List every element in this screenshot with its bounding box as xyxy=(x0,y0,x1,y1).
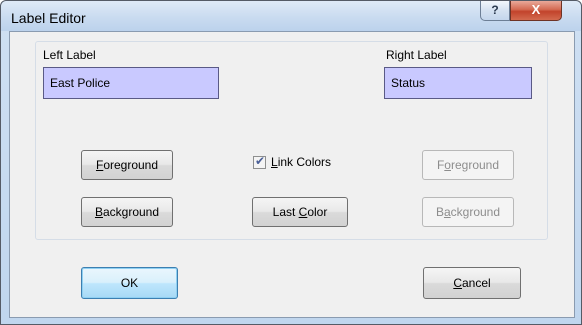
close-icon: X xyxy=(531,2,541,17)
cancel-button[interactable]: Cancel xyxy=(423,267,521,299)
link-colors-checkbox[interactable]: ✔ xyxy=(253,154,266,169)
link-colors-text: ink Colors xyxy=(277,155,332,169)
left-label-value: East Police xyxy=(50,76,111,90)
right-foreground-button[interactable]: Foreground xyxy=(422,150,514,180)
help-icon: ? xyxy=(491,3,499,17)
last-color-label-end: olor xyxy=(307,205,328,219)
checkmark-icon: ✔ xyxy=(255,154,266,168)
label-editor-dialog: Label Editor ? X Left Label East Police … xyxy=(0,0,582,325)
title-bar[interactable]: Label Editor ? X xyxy=(1,1,581,31)
left-background-label: ackground xyxy=(102,205,160,219)
link-colors-accel: L xyxy=(271,155,278,169)
left-foreground-label: oreground xyxy=(103,158,159,172)
right-label-input[interactable]: Status xyxy=(384,67,532,99)
left-foreground-button[interactable]: Foreground xyxy=(81,150,173,180)
cancel-accel: C xyxy=(453,276,462,290)
right-label-heading: Right Label xyxy=(386,48,447,62)
right-label-value: Status xyxy=(391,76,426,90)
right-background-label-start: B xyxy=(435,205,444,219)
cancel-label: ancel xyxy=(461,276,491,290)
right-foreground-accel: o xyxy=(444,158,451,172)
help-button[interactable]: ? xyxy=(480,1,510,21)
ok-button[interactable]: OK xyxy=(81,267,178,299)
left-label-input[interactable]: East Police xyxy=(43,67,219,99)
link-colors-label[interactable]: Link Colors xyxy=(271,155,331,169)
left-background-button[interactable]: Background xyxy=(81,197,173,227)
last-color-button[interactable]: Last Color xyxy=(252,197,348,227)
right-foreground-label-end: reground xyxy=(450,158,500,172)
last-color-label-start: Last xyxy=(272,205,299,219)
right-background-accel: a xyxy=(443,205,451,219)
dialog-title: Label Editor xyxy=(11,10,86,26)
dialog-body: Left Label East Police Foreground Backgr… xyxy=(9,31,575,318)
left-label-heading: Left Label xyxy=(43,48,96,62)
right-background-button[interactable]: Background xyxy=(422,197,514,227)
close-button[interactable]: X xyxy=(510,1,562,21)
right-background-label-end: ckground xyxy=(450,205,501,219)
ok-label: OK xyxy=(120,276,139,290)
left-background-accel: B xyxy=(94,205,103,219)
